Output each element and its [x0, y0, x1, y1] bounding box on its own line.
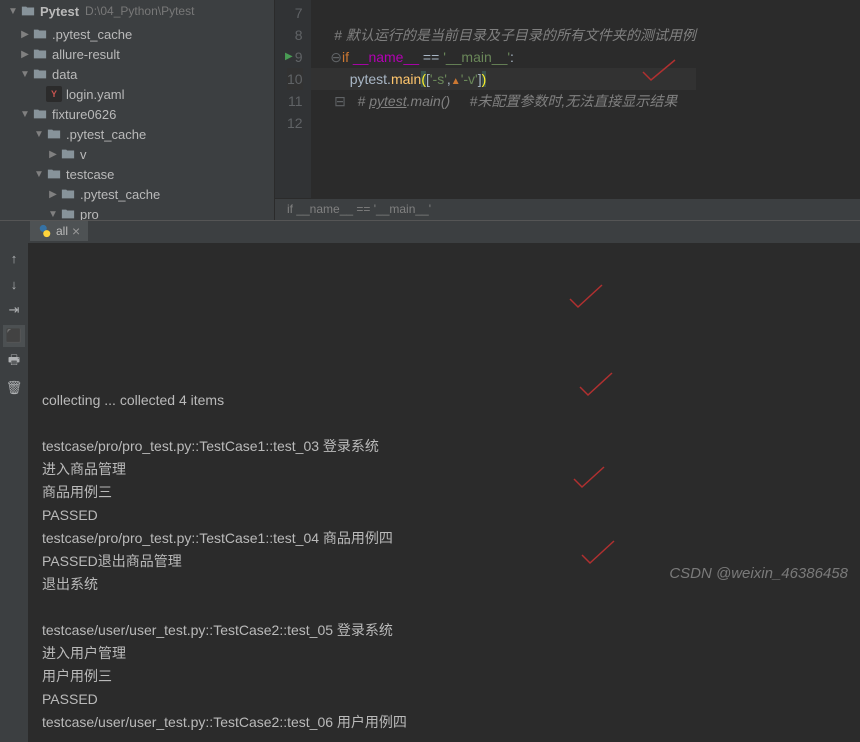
tree-item[interactable]: ▼ pro [0, 204, 274, 220]
close-icon[interactable]: × [72, 223, 80, 239]
project-name: Pytest [40, 4, 79, 19]
tree-item-label: .pytest_cache [52, 27, 132, 42]
tree-item[interactable]: Ylogin.yaml [0, 84, 274, 104]
folder-icon [46, 166, 62, 182]
folder-icon [60, 186, 76, 202]
folder-icon [46, 126, 62, 142]
tree-item-label: data [52, 67, 77, 82]
tree-item[interactable]: ▶v [0, 144, 274, 164]
output-line: testcase/pro/pro_test.py::TestCase1::tes… [42, 527, 846, 550]
tree-item-label: testcase [66, 167, 114, 182]
output-line: 进入商品管理 [42, 458, 846, 481]
scroll-end-icon[interactable]: ⬛ [3, 325, 25, 347]
folder-icon [60, 206, 76, 220]
code-content[interactable]: # 默认运行的是当前目录及子目录的所有文件夹的测试用例 ⊖if __name__… [311, 0, 696, 198]
print-icon[interactable]: 🖶 [3, 351, 25, 373]
tree-item-label: allure-result [52, 47, 120, 62]
trash-icon[interactable]: 🗑 [3, 377, 25, 399]
up-arrow-icon[interactable]: ↑ [3, 247, 25, 269]
tree-item-label: .pytest_cache [66, 127, 146, 142]
project-path: D:\04_Python\Pytest [85, 4, 194, 18]
annotation-check-icon [566, 283, 606, 313]
chevron-icon: ▼ [18, 109, 32, 120]
chevron-icon: ▶ [46, 149, 60, 160]
output-line: PASSED [42, 688, 846, 711]
code-editor: 7 8 ▶9 10 11 12 # 默认运行的是当前目录及子目录的所有文件夹的测… [275, 0, 860, 220]
run-marker-icon[interactable]: ▶ [285, 46, 293, 68]
tree-item[interactable]: ▼ .pytest_cache [0, 124, 274, 144]
folder-icon [32, 46, 48, 62]
tree-item-label: fixture0626 [52, 107, 116, 122]
project-tree: ▼ Pytest D:\04_Python\Pytest ▶ .pytest_ca… [0, 0, 275, 220]
tree-item[interactable]: ▶ .pytest_cache [0, 24, 274, 44]
folder-icon [32, 106, 48, 122]
breadcrumb[interactable]: if __name__ == '__main__' [275, 198, 860, 220]
chevron-icon: ▼ [18, 69, 32, 80]
watermark: CSDN @weixin_46386458 [669, 565, 848, 582]
tree-item[interactable]: ▶ allure-result [0, 44, 274, 64]
folder-icon [32, 66, 48, 82]
tree-item-label: pro [80, 207, 99, 221]
console-output[interactable]: collecting ... collected 4 items testcas… [28, 243, 860, 742]
tree-item-label: v [80, 147, 87, 162]
output-line: collecting ... collected 4 items [42, 389, 846, 412]
tree-item-label: .pytest_cache [80, 187, 160, 202]
chevron-icon: ▶ [46, 189, 60, 200]
output-line: testcase/user/user_test.py::TestCase2::t… [42, 711, 846, 734]
tree-item[interactable]: ▶ .pytest_cache [0, 184, 274, 204]
output-line: testcase/user/user_test.py::TestCase2::t… [42, 619, 846, 642]
output-line [42, 596, 846, 619]
chevron-icon: ▼ [46, 209, 60, 220]
project-icon [20, 3, 36, 19]
output-line: 进入用户管理 [42, 642, 846, 665]
chevron-icon: ▼ [32, 169, 46, 180]
output-line [42, 412, 846, 435]
yaml-file-icon: Y [46, 86, 62, 102]
folder-icon [32, 26, 48, 42]
project-header[interactable]: ▼ Pytest D:\04_Python\Pytest [0, 0, 274, 22]
tree-item[interactable]: ▼ fixture0626 [0, 104, 274, 124]
output-line: 用户用例三 [42, 665, 846, 688]
folder-icon [60, 146, 76, 162]
chevron-icon: ▶ [18, 29, 32, 40]
run-tab[interactable]: all × [30, 221, 88, 243]
output-line: testcase/pro/pro_test.py::TestCase1::tes… [42, 435, 846, 458]
tree-item[interactable]: ▼ testcase [0, 164, 274, 184]
output-line: 商品用例三 [42, 481, 846, 504]
python-icon [38, 224, 52, 238]
chevron-down-icon: ▼ [6, 6, 20, 17]
output-line: PASSED [42, 504, 846, 527]
line-gutter: 7 8 ▶9 10 11 12 [275, 0, 311, 198]
console-toolbar: ↑ ↓ ⇥ ⬛ 🖶 🗑 [0, 243, 28, 742]
tree-item-label: login.yaml [66, 87, 125, 102]
soft-wrap-icon[interactable]: ⇥ [3, 299, 25, 321]
chevron-icon: ▼ [32, 129, 46, 140]
run-panel: all × ↑ ↓ ⇥ ⬛ 🖶 🗑 collecting ... collect… [0, 220, 860, 742]
tree-item[interactable]: ▼ data [0, 64, 274, 84]
down-arrow-icon[interactable]: ↓ [3, 273, 25, 295]
chevron-icon: ▶ [18, 49, 32, 60]
